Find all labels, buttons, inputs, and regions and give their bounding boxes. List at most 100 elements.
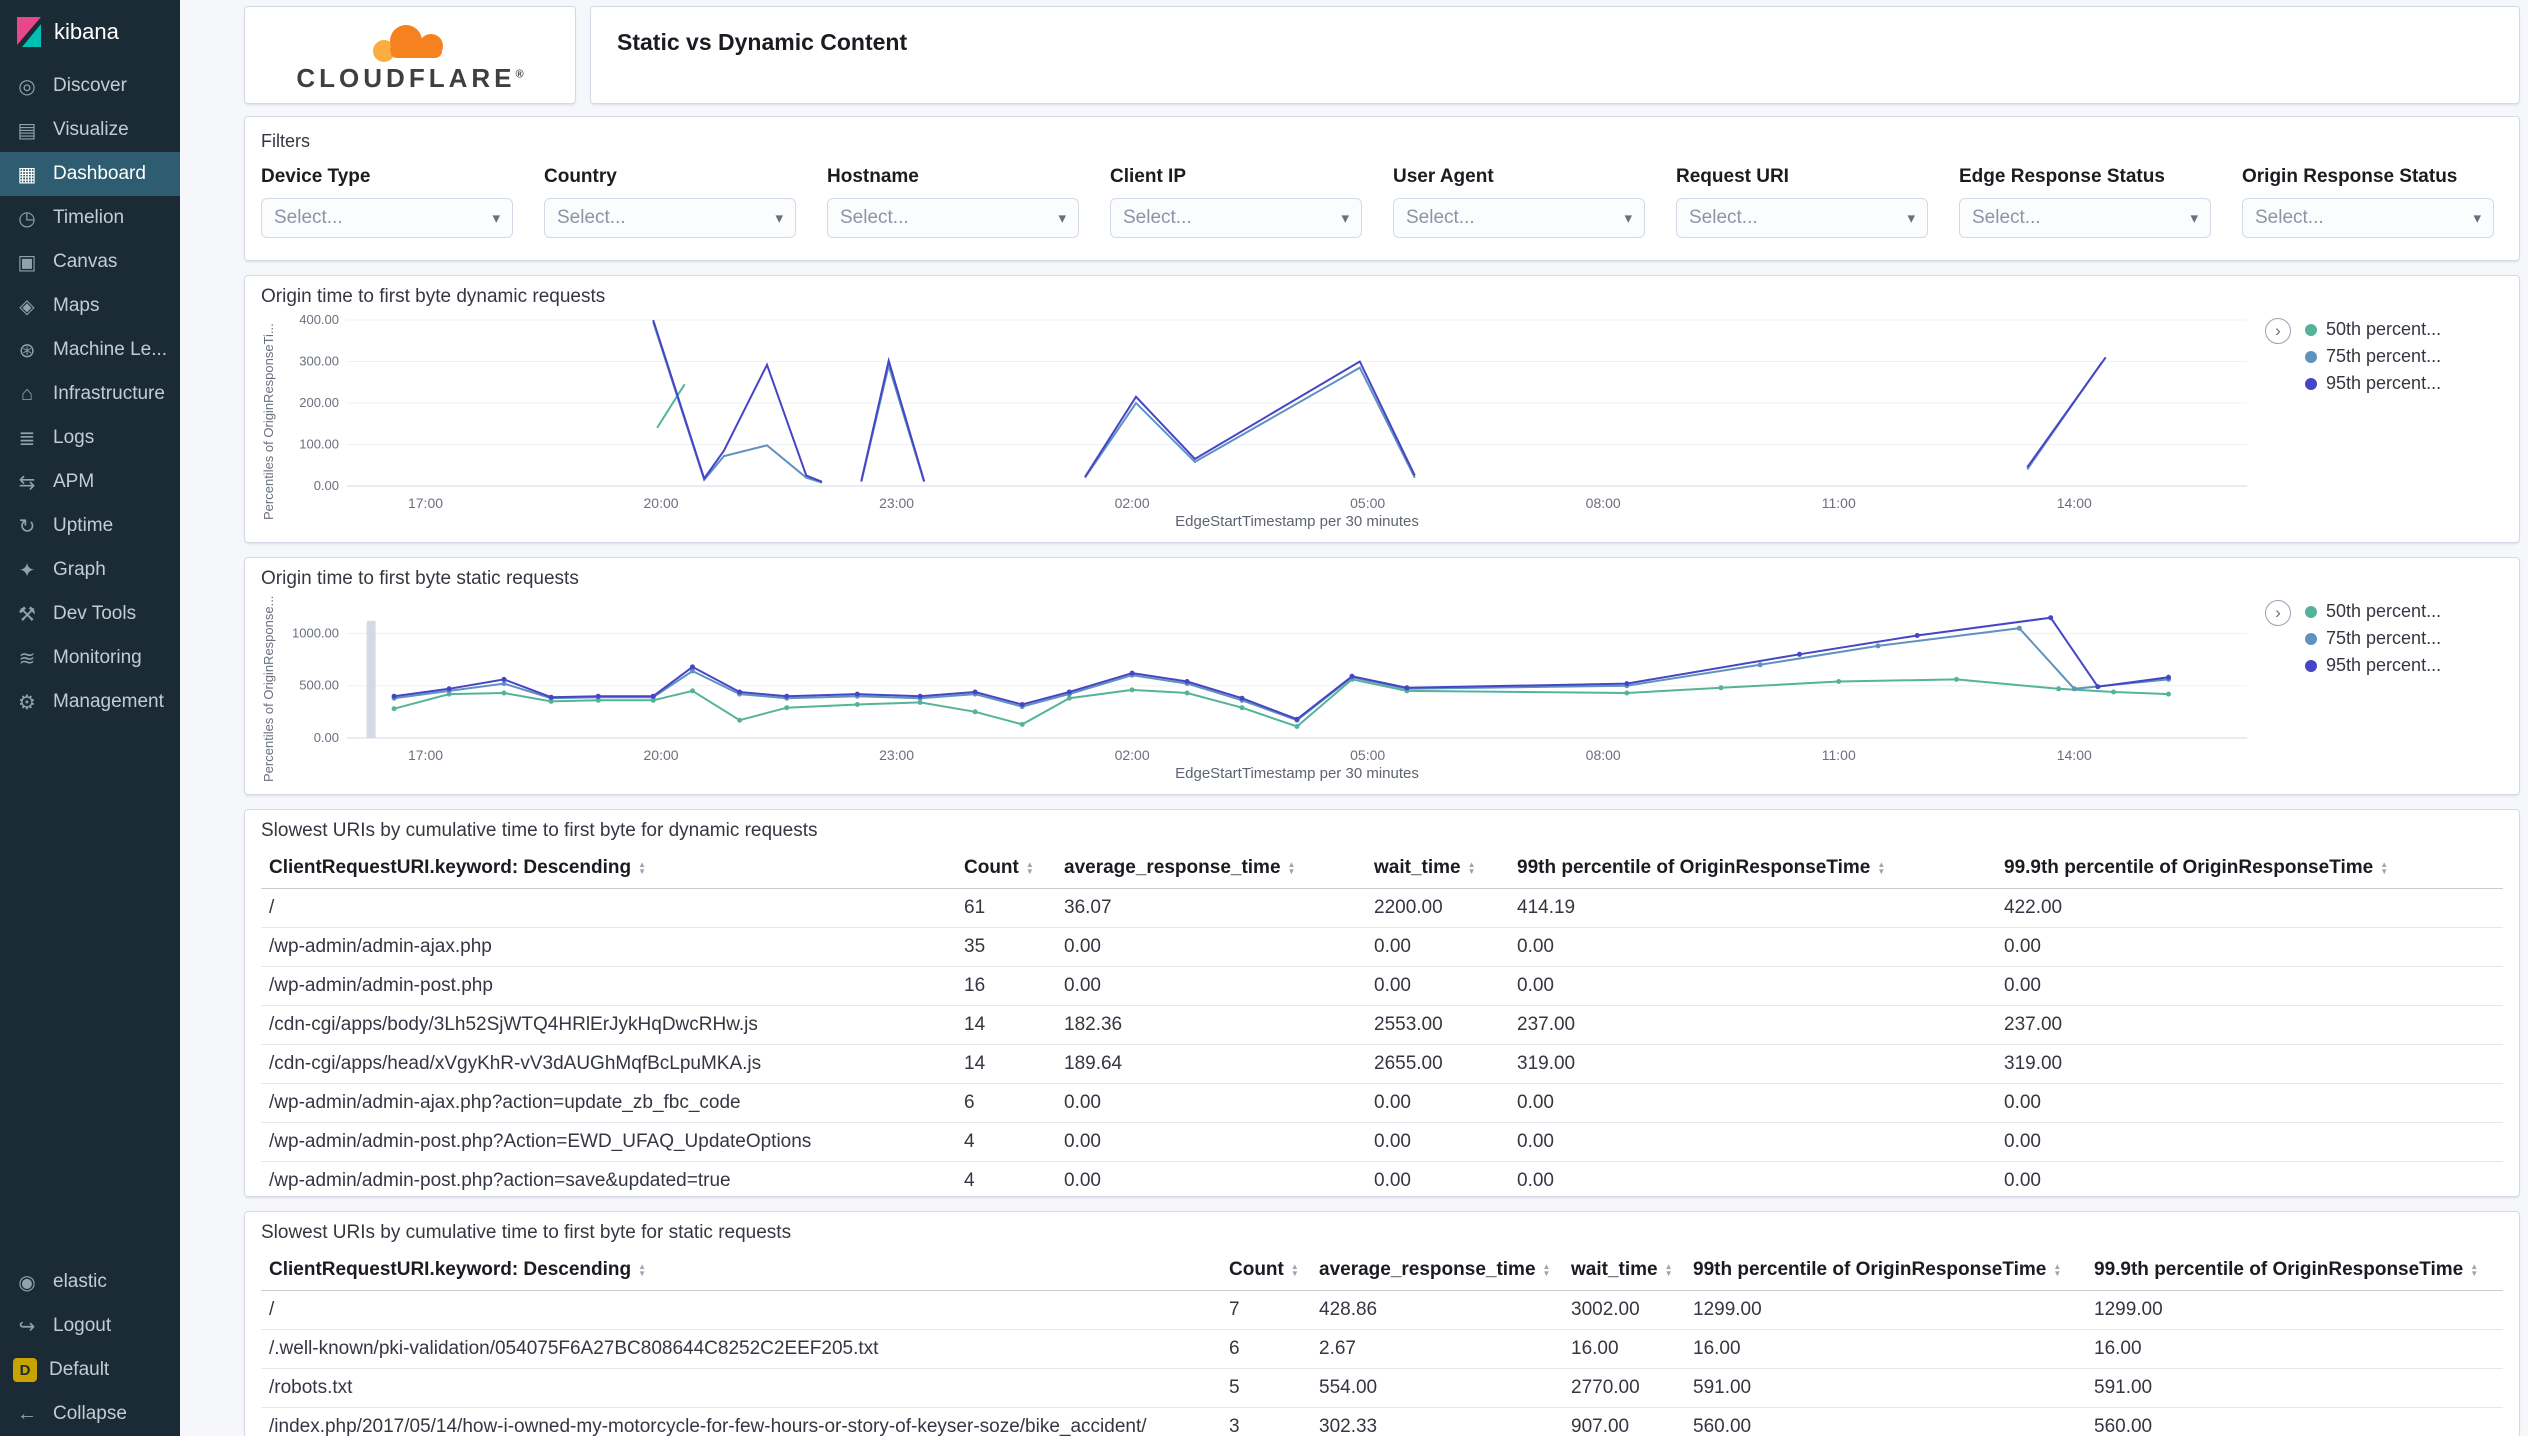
value-cell: 0.00 bbox=[1366, 1161, 1509, 1196]
sidebar-item-canvas[interactable]: ▣ Canvas bbox=[0, 240, 180, 284]
legend-item-50th-percent[interactable]: 50th percent... bbox=[2305, 598, 2503, 625]
legend-item-95th-percent[interactable]: 95th percent... bbox=[2305, 370, 2503, 397]
sidebar-item-management[interactable]: ⚙ Management bbox=[0, 680, 180, 724]
sidebar-item-label: Discover bbox=[53, 75, 127, 96]
value-cell: 1299.00 bbox=[1685, 1290, 2086, 1330]
value-cell: 302.33 bbox=[1311, 1407, 1563, 1436]
value-cell: 0.00 bbox=[1056, 1083, 1366, 1123]
filter-country: Country Select... ▾ bbox=[544, 166, 796, 238]
chevron-down-icon: ▾ bbox=[1058, 210, 1066, 227]
sidebar-item-logout[interactable]: ↪ Logout bbox=[0, 1304, 180, 1348]
value-cell: 0.00 bbox=[1509, 1122, 1996, 1162]
svg-text:23:00: 23:00 bbox=[879, 747, 914, 763]
value-cell: 0.00 bbox=[1996, 1083, 2503, 1123]
space-default-icon: D bbox=[13, 1358, 37, 1382]
sort-icons: ▲ ▼ bbox=[638, 859, 647, 876]
value-cell: 414.19 bbox=[1509, 888, 1996, 928]
sidebar-item-elastic[interactable]: ◉ elastic bbox=[0, 1260, 180, 1304]
column-header-99th-percentile-of-originresponsetime[interactable]: 99th percentile of OriginResponseTime ▲ ▼ bbox=[1509, 848, 1996, 889]
monitoring-icon: ≋ bbox=[18, 647, 36, 670]
svg-text:0.00: 0.00 bbox=[314, 478, 339, 493]
column-header-99th-percentile-of-originresponsetime[interactable]: 99th percentile of OriginResponseTime ▲ ▼ bbox=[1685, 1250, 2086, 1291]
filter-country-select[interactable]: Select... ▾ bbox=[544, 198, 796, 238]
column-header-count[interactable]: Count ▲ ▼ bbox=[1221, 1250, 1311, 1291]
dev-tools-icon: ⚒ bbox=[18, 603, 36, 626]
dynamic-requests-line-chart: 0.00 100.00 200.00 300.00 400.00 17:00 20:00 23… bbox=[299, 312, 2247, 530]
table-row: /7 428.86 3002.00 1299.00 1299.00 bbox=[261, 1290, 2503, 1330]
sidebar-item-maps[interactable]: ◈ Maps bbox=[0, 284, 180, 328]
chevron-down-icon: ▾ bbox=[1624, 210, 1632, 227]
chart-panel-static: Origin time to first byte static request… bbox=[244, 557, 2520, 795]
sidebar-item-visualize[interactable]: ▤ Visualize bbox=[0, 108, 180, 152]
legend-label: 95th percent... bbox=[2326, 655, 2442, 675]
table-row: /index.php/2017/05/14/how-i-owned-my-mot… bbox=[261, 1407, 2503, 1436]
legend-toggle-button[interactable]: › bbox=[2265, 600, 2291, 626]
dashboard-title: Static vs Dynamic Content bbox=[617, 29, 908, 55]
value-cell: 16.00 bbox=[1563, 1329, 1685, 1369]
value-cell: 0.00 bbox=[1509, 1161, 1996, 1196]
column-header-wait-time[interactable]: wait_time ▲ ▼ bbox=[1366, 848, 1509, 889]
value-cell: 319.00 bbox=[1509, 1044, 1996, 1084]
chevron-down-icon: ▾ bbox=[1907, 210, 1915, 227]
sidebar-item-timelion[interactable]: ◷ Timelion bbox=[0, 196, 180, 240]
filter-edge-response-status: Edge Response Status Select... ▾ bbox=[1959, 166, 2211, 238]
uptime-icon: ↻ bbox=[18, 515, 36, 538]
value-cell: 428.86 bbox=[1311, 1290, 1563, 1330]
sidebar-item-machine-le[interactable]: ⊛ Machine Le... bbox=[0, 328, 180, 372]
app-name: kibana bbox=[54, 19, 119, 44]
filter-device-type-select[interactable]: Select... ▾ bbox=[261, 198, 513, 238]
svg-text:100.00: 100.00 bbox=[299, 437, 339, 452]
svg-text:11:00: 11:00 bbox=[1822, 747, 1856, 763]
sort-icons: ▲ ▼ bbox=[1877, 859, 1886, 876]
legend-toggle-button[interactable]: › bbox=[2265, 318, 2291, 344]
column-header-99-9th-percentile-of-originresponsetime[interactable]: 99.9th percentile of OriginResponseTime ▲… bbox=[1996, 848, 2503, 889]
filters-panel: Filters Device Type Select... ▾ Country Sele… bbox=[244, 116, 2520, 261]
filter-label: Origin Response Status bbox=[2242, 166, 2458, 187]
table-row: /wp-admin/admin-post.php?Action=EWD_UFAQ… bbox=[261, 1122, 2503, 1162]
column-header-wait-time[interactable]: wait_time ▲ ▼ bbox=[1563, 1250, 1685, 1291]
kibana-home-link[interactable]: kibana bbox=[0, 0, 180, 64]
column-header-clientrequesturi-keyword-descending[interactable]: ClientRequestURI.keyword: Descending ▲ ▼ bbox=[261, 1250, 1221, 1291]
discover-icon: ◎ bbox=[18, 75, 36, 98]
legend-item-75th-percent[interactable]: 75th percent... bbox=[2305, 343, 2503, 370]
svg-text:500.00: 500.00 bbox=[299, 678, 339, 693]
column-header-average-response-time[interactable]: average_response_time ▲ ▼ bbox=[1056, 848, 1366, 889]
filter-user-agent-select[interactable]: Select... ▾ bbox=[1393, 198, 1645, 238]
filter-label: Client IP bbox=[1110, 166, 1187, 187]
table-row: /wp-admin/admin-post.php 16 0.00 0.00 0.00 0.… bbox=[261, 966, 2503, 1006]
chevron-down-icon: ▾ bbox=[775, 210, 783, 227]
value-cell: 2655.00 bbox=[1366, 1044, 1509, 1084]
sidebar-item-uptime[interactable]: ↻ Uptime bbox=[0, 504, 180, 548]
filter-hostname-select[interactable]: Select... ▾ bbox=[827, 198, 1079, 238]
legend-item-95th-percent[interactable]: 95th percent... bbox=[2305, 652, 2503, 679]
filter-edge-response-status-select[interactable]: Select... ▾ bbox=[1959, 198, 2211, 238]
legend-item-50th-percent[interactable]: 50th percent... bbox=[2305, 316, 2503, 343]
value-cell: 16.00 bbox=[1685, 1329, 2086, 1369]
column-header-clientrequesturi-keyword-descending[interactable]: ClientRequestURI.keyword: Descending ▲ ▼ bbox=[261, 848, 956, 889]
sidebar-item-apm[interactable]: ⇆ APM bbox=[0, 460, 180, 504]
legend-item-75th-percent[interactable]: 75th percent... bbox=[2305, 625, 2503, 652]
filter-origin-response-status-select[interactable]: Select... ▾ bbox=[2242, 198, 2494, 238]
sidebar-item-collapse[interactable]: ← Collapse bbox=[0, 1392, 180, 1436]
select-placeholder: Select... bbox=[1689, 207, 1758, 228]
svg-text:EdgeStartTimestamp per 30 minu: EdgeStartTimestamp per 30 minutes bbox=[1175, 513, 1419, 530]
sidebar-item-label: Monitoring bbox=[53, 647, 142, 668]
value-cell: 560.00 bbox=[2086, 1407, 2503, 1436]
sidebar-item-discover[interactable]: ◎ Discover bbox=[0, 64, 180, 108]
filter-client-ip-select[interactable]: Select... ▾ bbox=[1110, 198, 1362, 238]
sidebar-item-logs[interactable]: ≣ Logs bbox=[0, 416, 180, 460]
value-cell: 0.00 bbox=[1056, 1122, 1366, 1162]
filter-request-uri-select[interactable]: Select... ▾ bbox=[1676, 198, 1928, 238]
uri-cell: /robots.txt bbox=[261, 1368, 1221, 1408]
sidebar-item-dashboard[interactable]: ▦ Dashboard bbox=[0, 152, 180, 196]
sidebar-item-dev-tools[interactable]: ⚒ Dev Tools bbox=[0, 592, 180, 636]
column-header-average-response-time[interactable]: average_response_time ▲ ▼ bbox=[1311, 1250, 1563, 1291]
sidebar-item-monitoring[interactable]: ≋ Monitoring bbox=[0, 636, 180, 680]
sidebar-item-graph[interactable]: ✦ Graph bbox=[0, 548, 180, 592]
column-header-99-9th-percentile-of-originresponsetime[interactable]: 99.9th percentile of OriginResponseTime ▲… bbox=[2086, 1250, 2503, 1291]
sidebar-item-infrastructure[interactable]: ⌂ Infrastructure bbox=[0, 372, 180, 416]
column-header-count[interactable]: Count ▲ ▼ bbox=[956, 848, 1056, 889]
collapse-icon: ← bbox=[17, 1402, 37, 1425]
cloudflare-cloud-icon bbox=[372, 25, 443, 62]
sidebar-item-default[interactable]: D Default bbox=[0, 1348, 180, 1392]
